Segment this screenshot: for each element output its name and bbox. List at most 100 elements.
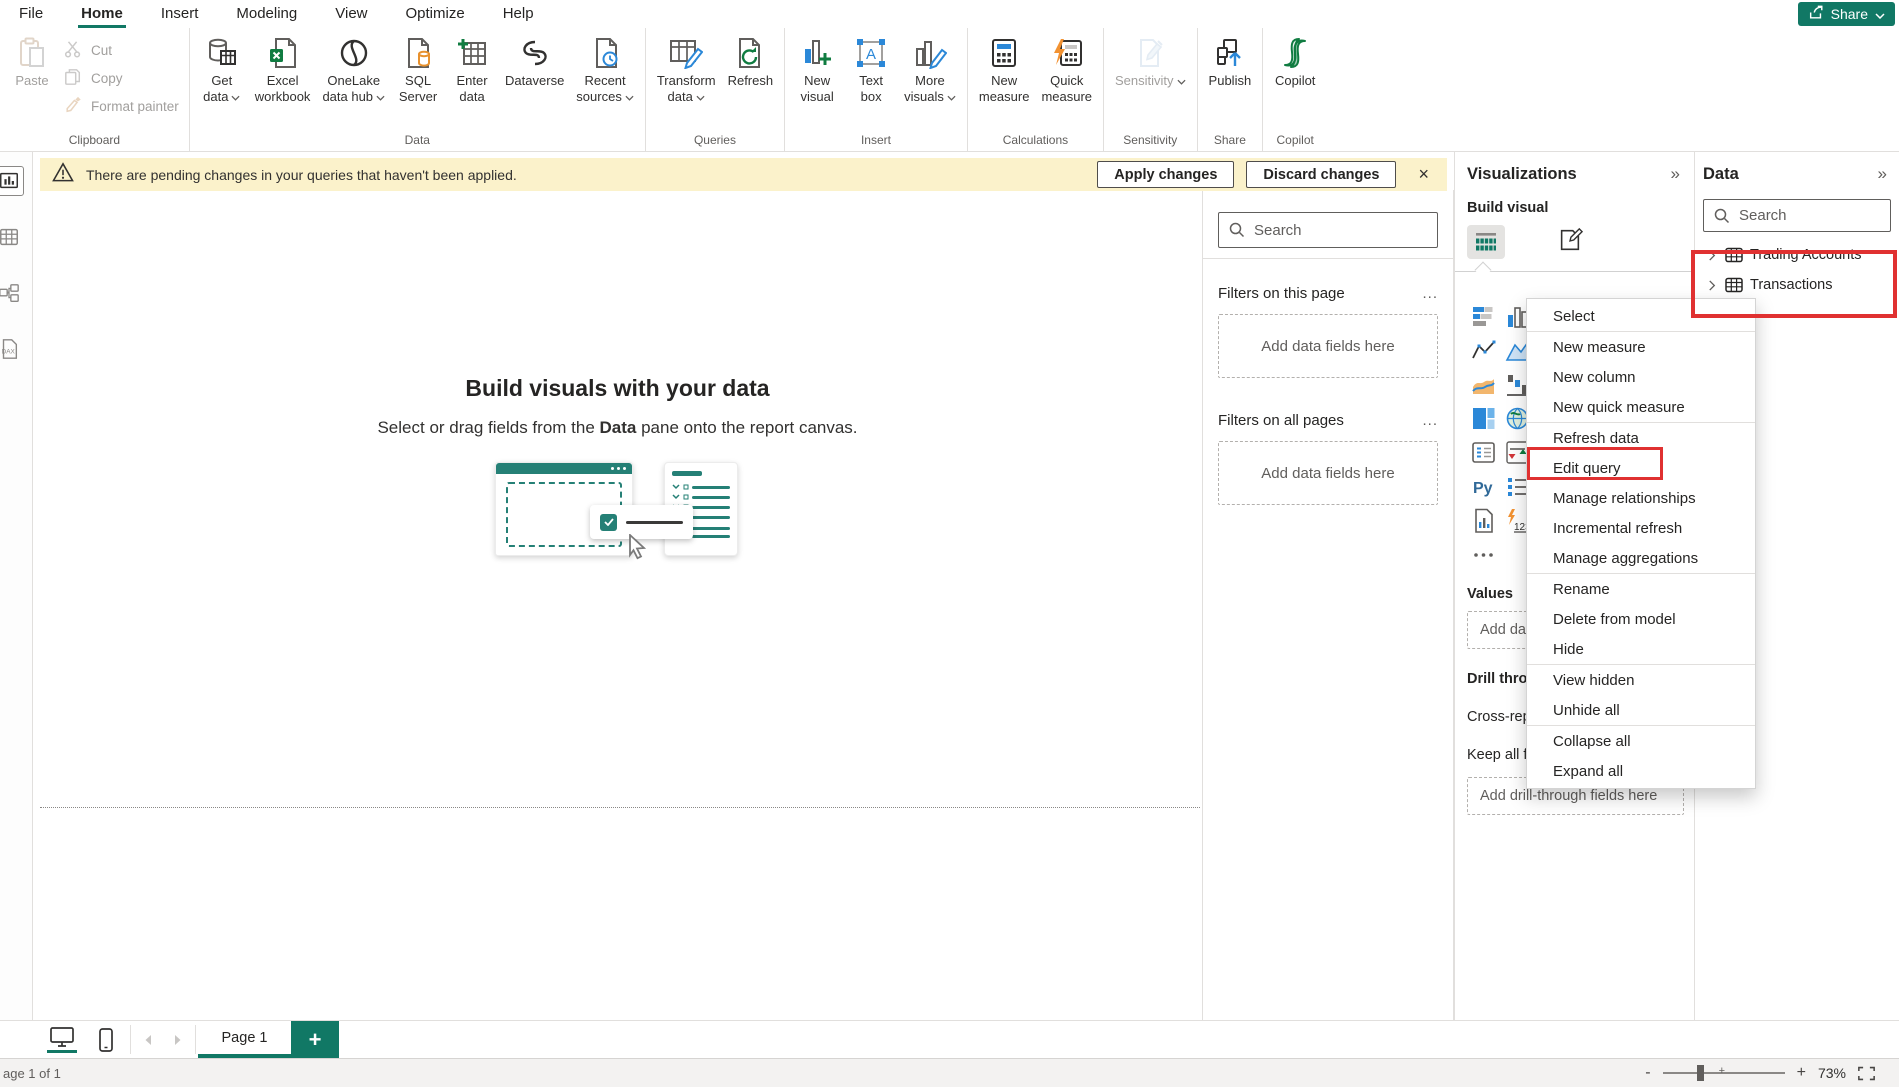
excel-workbook-button[interactable]: Excelworkbook xyxy=(250,32,316,104)
context-menu-item-refresh-data[interactable]: Refresh data xyxy=(1527,423,1755,453)
publish-button[interactable]: Publish xyxy=(1204,32,1257,89)
context-menu-item-view-hidden[interactable]: View hidden xyxy=(1527,665,1755,695)
table-view-icon[interactable] xyxy=(0,222,24,252)
chevron-right-icon[interactable] xyxy=(1707,280,1718,291)
context-menu-item-edit-query[interactable]: Edit query xyxy=(1527,453,1755,483)
context-menu-item-incremental-refresh[interactable]: Incremental refresh xyxy=(1527,513,1755,543)
combo-chart-icon[interactable] xyxy=(1467,368,1501,402)
sensitivity-button[interactable]: Sensitivity xyxy=(1110,32,1191,89)
banner-close-icon[interactable]: × xyxy=(1412,164,1435,185)
get-data-button[interactable]: Getdata xyxy=(196,32,248,104)
filters-page-dropzone[interactable]: Add data fields here xyxy=(1218,314,1438,378)
desktop-layout-button[interactable] xyxy=(40,1021,84,1058)
sql-server-icon xyxy=(401,36,435,70)
collapse-pane-icon[interactable]: » xyxy=(1878,164,1891,184)
zoom-slider-handle[interactable] xyxy=(1697,1065,1704,1081)
table-row-transactions[interactable]: Transactions xyxy=(1703,270,1891,300)
python-visual-icon[interactable]: Py xyxy=(1467,470,1501,504)
onelake-data-hub-button[interactable]: OneLakedata hub xyxy=(317,32,390,104)
context-menu-item-new-measure[interactable]: New measure xyxy=(1527,332,1755,362)
transform-data-button[interactable]: Transformdata xyxy=(652,32,721,104)
data-search-input[interactable]: Search xyxy=(1703,199,1891,232)
menu-help[interactable]: Help xyxy=(484,1,553,28)
menu-home[interactable]: Home xyxy=(62,1,142,28)
tab-format-visual[interactable] xyxy=(1557,227,1583,258)
quick-measure-button[interactable]: Quickmeasure xyxy=(1036,32,1097,104)
discard-changes-button[interactable]: Discard changes xyxy=(1246,161,1396,188)
filters-all-dropzone[interactable]: Add data fields here xyxy=(1218,441,1438,505)
menu-insert[interactable]: Insert xyxy=(142,1,218,28)
copilot-button[interactable]: Copilot xyxy=(1269,32,1321,89)
add-page-button[interactable]: + xyxy=(291,1021,339,1058)
previous-page-arrow[interactable] xyxy=(133,1021,163,1058)
more-visuals-button[interactable]: Morevisuals xyxy=(899,32,961,104)
zoom-percentage[interactable]: 73% xyxy=(1818,1065,1846,1081)
context-menu-item-hide[interactable]: Hide xyxy=(1527,634,1755,664)
menu-optimize[interactable]: Optimize xyxy=(387,1,484,28)
filters-search-input[interactable]: Search xyxy=(1218,212,1438,248)
apply-changes-button[interactable]: Apply changes xyxy=(1097,161,1234,188)
context-menu-item-new-column[interactable]: New column xyxy=(1527,362,1755,392)
treemap-icon[interactable] xyxy=(1467,402,1501,436)
zoom-out-button[interactable]: - xyxy=(1645,1064,1650,1082)
fit-to-page-icon[interactable] xyxy=(1858,1066,1875,1081)
next-page-arrow[interactable] xyxy=(163,1021,193,1058)
recent-sources-button[interactable]: Recentsources xyxy=(571,32,639,104)
format-brush-icon xyxy=(1557,227,1583,253)
dax-query-view-icon[interactable]: DAX xyxy=(0,334,24,364)
paste-button[interactable]: Paste xyxy=(6,32,58,89)
canvas-title: Build visuals with your data xyxy=(33,375,1202,402)
onelake-data-hub-icon xyxy=(337,36,371,70)
table-row-trading-accounts[interactable]: Trading Accounts xyxy=(1703,240,1891,270)
format-painter-icon xyxy=(64,96,84,116)
collapse-pane-icon[interactable]: » xyxy=(1671,164,1684,184)
zoom-in-button[interactable]: + xyxy=(1797,1064,1806,1082)
refresh-icon xyxy=(733,36,767,70)
sql-server-button[interactable]: SQLServer xyxy=(392,32,444,104)
context-menu-item-unhide-all[interactable]: Unhide all xyxy=(1527,695,1755,725)
context-menu-item-select[interactable]: Select xyxy=(1527,301,1755,331)
more-options-icon[interactable]: ... xyxy=(1422,412,1438,429)
cut-button[interactable]: Cut xyxy=(60,38,183,62)
copy-button[interactable]: Copy xyxy=(60,66,183,90)
tab-build-visual[interactable] xyxy=(1467,225,1505,259)
new-measure-button[interactable]: Newmeasure xyxy=(974,32,1035,104)
model-view-icon[interactable] xyxy=(0,278,24,308)
page-tab[interactable]: Page 1 xyxy=(198,1021,291,1058)
cut-icon xyxy=(64,40,84,60)
menu-modeling[interactable]: Modeling xyxy=(217,1,316,28)
search-icon xyxy=(1229,222,1245,238)
share-button[interactable]: Share xyxy=(1798,2,1895,26)
menu-file[interactable]: File xyxy=(0,1,62,28)
report-view-icon[interactable] xyxy=(0,166,24,196)
share-icon xyxy=(1808,5,1824,23)
context-menu-item-rename[interactable]: Rename xyxy=(1527,574,1755,604)
report-canvas[interactable]: Build visuals with your data Select or d… xyxy=(33,190,1202,1020)
context-menu-item-delete-from-model[interactable]: Delete from model xyxy=(1527,604,1755,634)
table-icon xyxy=(1725,277,1743,293)
new-visual-button[interactable]: Newvisual xyxy=(791,32,843,104)
zoom-slider[interactable]: + xyxy=(1663,1072,1785,1074)
refresh-button[interactable]: Refresh xyxy=(723,32,779,89)
view-rail: DAX xyxy=(0,152,33,1020)
get-data-icon xyxy=(205,36,239,70)
context-menu-item-collapse-all[interactable]: Collapse all xyxy=(1527,726,1755,756)
chevron-right-icon[interactable] xyxy=(1707,250,1718,261)
stacked-bar-chart-icon[interactable] xyxy=(1467,300,1501,334)
context-menu-item-expand-all[interactable]: Expand all xyxy=(1527,756,1755,786)
menu-view[interactable]: View xyxy=(316,1,386,28)
context-menu-item-manage-relationships[interactable]: Manage relationships xyxy=(1527,483,1755,513)
context-menu-item-manage-aggregations[interactable]: Manage aggregations xyxy=(1527,543,1755,573)
more-options-icon[interactable]: ... xyxy=(1422,285,1438,302)
format-painter-button[interactable]: Format painter xyxy=(60,94,183,118)
dataverse-button[interactable]: Dataverse xyxy=(500,32,569,89)
paginated-report-icon[interactable] xyxy=(1467,504,1501,538)
sensitivity-icon xyxy=(1133,36,1167,70)
line-chart-icon[interactable] xyxy=(1467,334,1501,368)
more-options-icon[interactable] xyxy=(1467,538,1501,572)
enter-data-button[interactable]: Enterdata xyxy=(446,32,498,104)
multi-row-card-icon[interactable] xyxy=(1467,436,1501,470)
text-box-button[interactable]: ATextbox xyxy=(845,32,897,104)
context-menu-item-new-quick-measure[interactable]: New quick measure xyxy=(1527,392,1755,422)
mobile-layout-button[interactable] xyxy=(84,1021,128,1058)
